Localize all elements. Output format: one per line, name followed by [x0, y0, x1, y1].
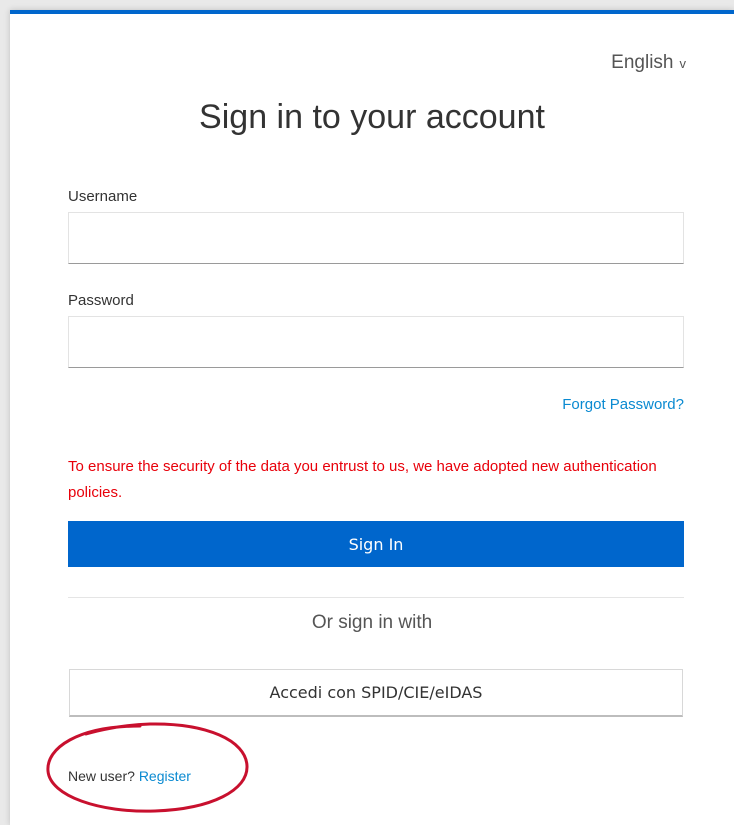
login-card: English v Sign in to your account Userna… — [10, 10, 734, 825]
page-title: Sign in to your account — [199, 98, 545, 136]
language-selector[interactable]: English v — [611, 52, 686, 74]
username-input[interactable] — [68, 212, 684, 264]
language-label: English — [611, 52, 674, 73]
spid-login-button[interactable]: Accedi con SPID/CIE/eIDAS — [69, 669, 683, 717]
register-link[interactable]: Register — [139, 768, 191, 784]
new-user-row: New user? Register — [68, 768, 191, 784]
page: English v Sign in to your account Userna… — [0, 0, 734, 825]
username-label: Username — [68, 188, 138, 205]
sign-in-button[interactable]: Sign In — [68, 521, 684, 567]
divider — [68, 597, 684, 598]
new-user-prompt: New user? — [68, 768, 135, 784]
chevron-down-icon: v — [679, 55, 687, 71]
password-label: Password — [68, 292, 134, 309]
forgot-password-link[interactable]: Forgot Password? — [562, 396, 684, 413]
password-input[interactable] — [68, 316, 684, 368]
or-sign-in-with-text: Or sign in with — [311, 612, 433, 633]
security-notice: To ensure the security of the data you e… — [68, 458, 657, 501]
